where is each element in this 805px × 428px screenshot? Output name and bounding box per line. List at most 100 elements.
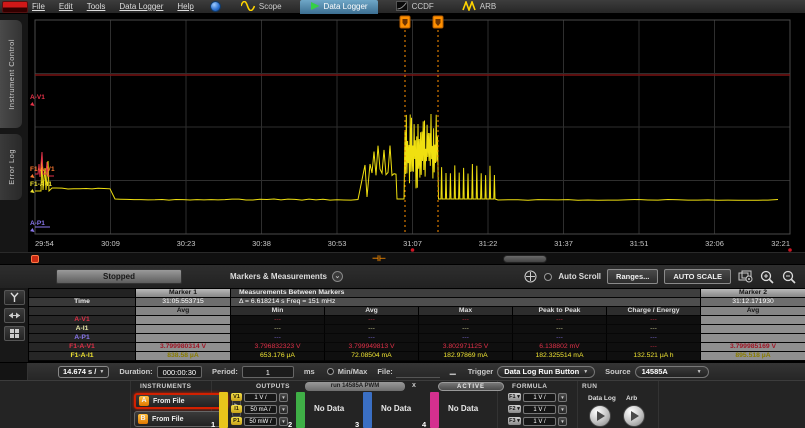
menu-tools[interactable]: Tools [87,2,106,11]
cell-f1-a-i1-max: 182.97869 mA [419,352,513,361]
duration-value[interactable]: 000:00:30 [157,366,202,378]
stopped-status-button[interactable]: Stopped [56,269,182,284]
cell-f1-a-i1-m2: 895.518 µA [701,352,805,361]
channel-label-a-p1[interactable]: A-P1▶ [30,220,45,235]
sidebar-tab-instrument-control[interactable]: Instrument Control [0,20,22,128]
output4-no-data-label: No Data [448,404,478,413]
waveform-chart[interactable]: 29:5430:0930:2330:3830:5331:0731:2231:37… [28,14,805,252]
cell-a-p1-m2 [701,334,805,343]
cell-a-v1-min: --- [231,316,325,325]
cell-f1-a-i1-charge: 132.521 µA h [607,352,701,361]
menu-help[interactable]: Help [177,2,193,11]
output-scale-value[interactable]: 1 V / [244,393,277,402]
minmax-radio[interactable] [327,368,334,375]
collapse-chevron-icon[interactable]: ⌄ [332,271,343,282]
chart-scrollbar[interactable]: ⊣⊢ [0,252,805,264]
connection-status-icon[interactable] [210,1,221,12]
measurements-gutter [0,288,28,362]
trigger-dropdown[interactable]: Data Log Run Button▼ [497,366,595,378]
app-tab-data-logger[interactable]: Data Logger [300,0,378,14]
grid-view-icon[interactable] [4,326,25,341]
subheader-blank [29,307,136,316]
sidebar-tab-label: Error Log [7,149,16,185]
menu-file[interactable]: File [32,2,45,11]
formula-scale-value[interactable]: 1 V / [523,393,556,402]
channel-label-a-v1[interactable]: A-V1▶ [30,94,45,109]
trigger-value: Data Log Run Button [504,367,579,376]
x-tick-label: 29:54 [35,239,54,248]
measurements-table: Marker 1 Measurements Between Markers Ma… [28,288,805,362]
auto-scale-button[interactable]: AUTO SCALE [664,269,731,284]
marker-position-icon[interactable]: ⊣⊢ [372,255,384,263]
x-tick-label: 30:09 [101,239,120,248]
min-header: Min [231,307,325,316]
scrollbar-thumb[interactable] [503,255,547,263]
instrument-a-button[interactable]: AFrom File [134,393,228,409]
app-tab-label: CCDF [412,2,434,11]
sidebar-tab-error-log[interactable]: Error Log [0,134,22,200]
formula-badge[interactable]: F1 ▾ [508,393,521,401]
play-icon [597,411,605,421]
marker2-header[interactable]: Marker 2 [701,289,805,298]
marker1-header[interactable]: Marker 1 [136,289,231,298]
table-corner [29,289,136,298]
output-signal-badge: I1 [231,405,242,413]
output1-v1-row: V11 V /▼ [231,392,288,402]
chevron-down-icon[interactable]: ▼ [279,393,288,402]
source-dropdown[interactable]: 14585A▼ [635,366,709,378]
formula-badge[interactable]: F2 ▾ [508,405,521,413]
menu-data-logger[interactable]: Data Logger [119,2,163,11]
x-tick-label: 31:51 [630,239,649,248]
chevron-down-icon[interactable]: ▼ [279,417,288,426]
cell-f1-a-v1-m2: 3.799985169 V [701,343,805,352]
formula-badge[interactable]: F3 ▾ [508,417,521,425]
collapse-handle[interactable]: ▁ [448,367,458,377]
menu-edit[interactable]: Edit [59,2,73,11]
chevron-down-icon[interactable]: ▼ [558,393,567,402]
chevron-down-icon[interactable]: ▼ [558,405,567,414]
zoom-in-icon[interactable] [759,269,775,285]
output2-no-data-label: No Data [314,404,344,413]
close-tab-icon[interactable]: x [412,382,416,389]
sample-rate-dropdown[interactable]: 14.674 s /▼ [58,366,109,378]
channel-label-f1-a-i1[interactable]: F1-A-I1▶ [30,181,52,196]
zoom-region-icon[interactable] [737,269,753,285]
arb-play-button[interactable] [623,405,645,427]
x-tick-label: 31:37 [554,239,573,248]
chart-canvas[interactable]: 29:5430:0930:2330:3830:5331:0731:2231:37… [28,14,805,252]
delta-freq-readout: Δ = 6.618214 s Freq = 151 mHz [231,298,701,307]
datalog-file-tab[interactable]: run 14585A PWM [305,382,405,391]
active-tab[interactable]: ACTIVE [438,382,504,391]
charge-energy-header: Charge / Energy [607,307,701,316]
datalog-play-button[interactable] [589,405,611,427]
menubar: File Edit Tools Data Logger Help Scope Data L… [0,0,805,14]
chevron-down-icon[interactable]: ▼ [279,405,288,414]
cell-f1-a-v1-min: 3.796832323 V [231,343,325,352]
cell-a-i1-avg: --- [325,325,419,334]
formula-scale-value[interactable]: 1 V / [523,417,556,426]
period-input[interactable]: 1 [242,366,294,378]
period-label: Period: [212,367,238,376]
formula-f3-row: F3 ▾1 V /▼ [508,416,567,426]
cell-a-i1-p2p: --- [513,325,607,334]
formula-title: FORMULA [512,383,547,390]
channel-label-f1-a-v1[interactable]: F1-A-V1▶ [30,166,55,181]
output3-no-data-label: No Data [381,404,411,413]
app-tab-ccdf[interactable]: CCDF [386,0,444,14]
marker-tool-icon[interactable] [4,290,25,305]
output-scale-value[interactable]: 50 mW / [244,417,277,426]
file-input[interactable] [396,366,440,378]
trace-arrow-icon: ▶ [29,102,35,109]
zoom-out-icon[interactable] [781,269,797,285]
marker-jump-icon[interactable] [4,308,25,323]
chevron-down-icon[interactable]: ▼ [558,417,567,426]
output1-color-bar [219,392,228,428]
chevron-down-icon: ▼ [697,369,702,375]
auto-scroll-toggle[interactable] [544,273,552,281]
ranges-button[interactable]: Ranges... [607,269,658,284]
app-tab-arb[interactable]: ARB [452,0,506,14]
app-tab-scope[interactable]: Scope [231,0,292,14]
output-scale-value[interactable]: 50 mA / [244,405,277,414]
formula-scale-value[interactable]: 1 V / [523,405,556,414]
pan-center-icon[interactable] [522,269,538,285]
